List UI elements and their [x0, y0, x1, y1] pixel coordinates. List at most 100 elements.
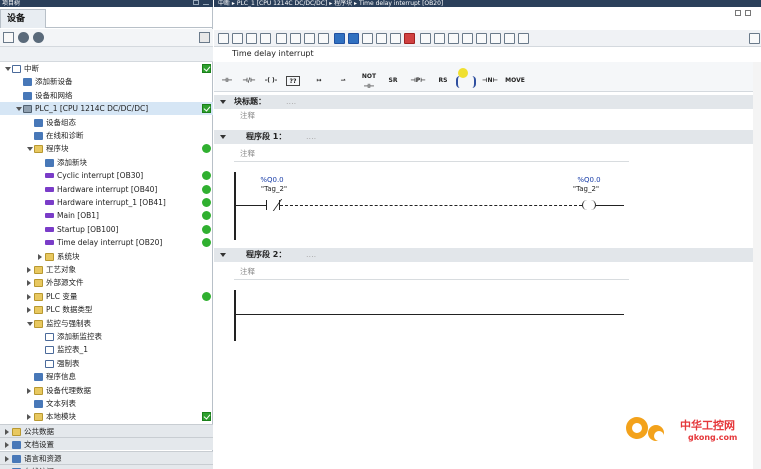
network-1-title-placeholder[interactable]: ....: [306, 130, 316, 144]
sr-button[interactable]: SR: [386, 76, 400, 86]
block-title-placeholder[interactable]: ....: [286, 95, 296, 109]
tree-item[interactable]: 设备组态: [0, 116, 213, 129]
contact-address[interactable]: %Q0.0: [252, 176, 292, 184]
tree-item[interactable]: 添加新设备: [0, 75, 213, 88]
tree-item[interactable]: 添加新块: [0, 156, 213, 169]
tree-item[interactable]: 强制表: [0, 357, 213, 370]
collapse-arrow-icon[interactable]: [27, 280, 31, 287]
minimize-icon[interactable]: [203, 1, 209, 5]
symbolic-address-icon[interactable]: [290, 33, 301, 44]
new-folder-icon[interactable]: [3, 32, 14, 43]
insert-row-icon[interactable]: [246, 33, 257, 44]
absolute-address-icon[interactable]: [276, 33, 287, 44]
collapse-arrow-icon[interactable]: [220, 135, 226, 139]
go-to-next-icon[interactable]: [434, 33, 445, 44]
add-row-icon[interactable]: [260, 33, 271, 44]
collapse-arrow-icon[interactable]: [27, 387, 31, 394]
network-2-title-placeholder[interactable]: ....: [306, 248, 316, 262]
restore-icon[interactable]: [735, 10, 741, 16]
tree-item[interactable]: 监控与强制表: [0, 317, 213, 330]
collapse-arrow-icon[interactable]: [5, 442, 9, 449]
network-2-header[interactable]: 程序段 2： ....: [214, 248, 761, 262]
tree-item[interactable]: 添加新监控表: [0, 330, 213, 343]
favorites-icon[interactable]: [304, 33, 315, 44]
pin-icon[interactable]: [193, 0, 199, 5]
collapse-arrow-icon[interactable]: [220, 253, 226, 257]
insert-empty-box-icon[interactable]: [362, 33, 373, 44]
tree-item[interactable]: Cyclic interrupt [OB30]: [0, 169, 213, 182]
tree-item[interactable]: Hardware interrupt [OB40]: [0, 183, 213, 196]
tree-item[interactable]: 公共数据: [0, 423, 213, 437]
compare-icon[interactable]: [476, 33, 487, 44]
collapse-arrow-icon[interactable]: [27, 293, 31, 300]
output-coil[interactable]: [582, 200, 596, 210]
contact-tag[interactable]: "Tag_2": [254, 185, 294, 193]
expand-arrow-icon[interactable]: [5, 67, 11, 71]
tree-item[interactable]: 程序块: [0, 142, 213, 155]
jump-icon[interactable]: [376, 33, 387, 44]
collapse-arrow-icon[interactable]: [38, 253, 42, 260]
collapse-arrow-icon[interactable]: [5, 428, 9, 435]
layout-icon[interactable]: [518, 33, 529, 44]
settings-icon[interactable]: [490, 33, 501, 44]
rs-button[interactable]: RS: [436, 76, 450, 86]
collapse-arrow-icon[interactable]: [27, 267, 31, 273]
insert-network-icon[interactable]: [218, 33, 229, 44]
tree-item[interactable]: 外部源文件: [0, 276, 213, 289]
close-branch-button[interactable]: ⇀: [336, 76, 350, 86]
collapse-networks-icon[interactable]: [348, 33, 359, 44]
expand-arrow-icon[interactable]: [16, 107, 22, 112]
open-branch-button[interactable]: ↦: [312, 76, 326, 86]
nc-contact[interactable]: [266, 200, 280, 210]
nc-contact-button[interactable]: ⊣/⊢: [240, 76, 258, 86]
tree-item[interactable]: 系统块: [0, 250, 213, 263]
close-editor-icon[interactable]: [745, 10, 751, 16]
tree-item[interactable]: 文档设置: [0, 437, 213, 451]
collapse-arrow-icon[interactable]: [27, 307, 31, 314]
breakpoint-icon[interactable]: [420, 33, 431, 44]
tree-item[interactable]: 中断: [0, 62, 213, 75]
tree-item[interactable]: Main [OB1]: [0, 209, 213, 222]
properties-icon[interactable]: [462, 33, 473, 44]
tree-item[interactable]: Hardware interrupt_1 [OB41]: [0, 196, 213, 209]
back-icon[interactable]: [18, 32, 29, 43]
tree-item[interactable]: 在线访问: [0, 464, 213, 469]
network-2-comment-box[interactable]: 注释: [234, 264, 629, 280]
tree-item[interactable]: 设备和网络: [0, 89, 213, 102]
expand-networks-icon[interactable]: [334, 33, 345, 44]
collapse-arrow-icon[interactable]: [220, 100, 226, 104]
tree-item[interactable]: 工艺对象: [0, 263, 213, 276]
block-title-header[interactable]: 块标题： ....: [214, 95, 761, 109]
move-button[interactable]: MOVE: [504, 76, 526, 86]
tree-item[interactable]: PLC 变量: [0, 290, 213, 303]
tree-item[interactable]: 文本列表: [0, 397, 213, 410]
tree-item[interactable]: 本地模块: [0, 410, 213, 423]
tab-devices[interactable]: 设备: [0, 9, 46, 28]
no-contact-button[interactable]: ⊣⊢: [218, 76, 236, 86]
view-options-icon[interactable]: [199, 32, 210, 43]
expand-arrow-icon[interactable]: [27, 321, 33, 326]
pos-edge-button[interactable]: ⊣P⊢: [408, 76, 428, 86]
show-comments-icon[interactable]: [318, 33, 329, 44]
call-icon[interactable]: [390, 33, 401, 44]
network-1-comment-box[interactable]: 注释: [234, 146, 629, 162]
delete-network-icon[interactable]: [232, 33, 243, 44]
expand-arrow-icon[interactable]: [27, 147, 33, 152]
empty-rung[interactable]: [236, 314, 624, 315]
monitor-icon[interactable]: [404, 33, 415, 44]
forward-icon[interactable]: [33, 32, 44, 43]
coil-tag[interactable]: "Tag_2": [566, 185, 606, 193]
go-to-prev-icon[interactable]: [448, 33, 459, 44]
coil-address[interactable]: %Q0.0: [569, 176, 609, 184]
tree-item[interactable]: Time delay interrupt [OB20]: [0, 236, 213, 249]
neg-edge-button[interactable]: ⊣N⊢: [480, 76, 500, 86]
set-coil-button[interactable]: [456, 76, 476, 88]
editor-scrollbar[interactable]: [753, 62, 761, 469]
network-1-header[interactable]: 程序段 1： ....: [214, 130, 761, 144]
tree-item[interactable]: PLC 数据类型: [0, 303, 213, 316]
collapse-arrow-icon[interactable]: [5, 455, 9, 462]
editor-menu-icon[interactable]: [749, 33, 760, 44]
tree-item[interactable]: 程序信息: [0, 370, 213, 383]
show-all-icon[interactable]: [504, 33, 515, 44]
tree-item[interactable]: Startup [OB100]: [0, 223, 213, 236]
